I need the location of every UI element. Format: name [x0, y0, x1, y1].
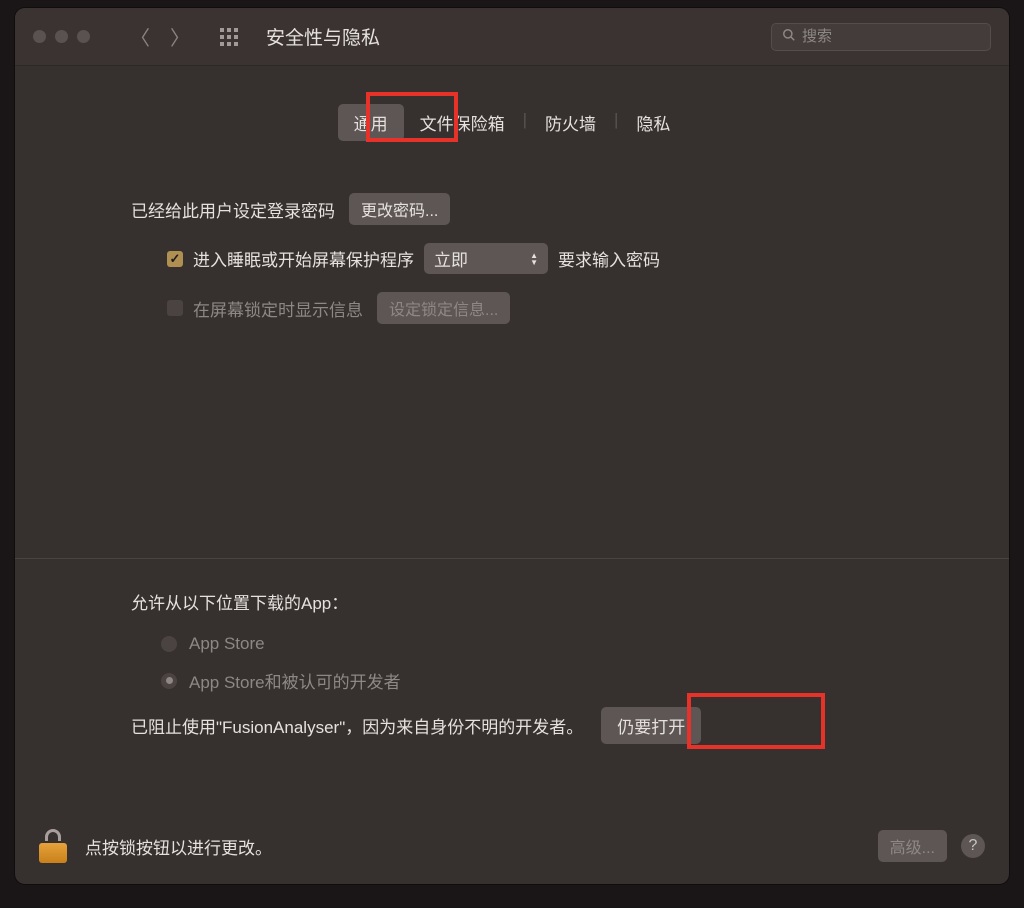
search-input[interactable] [802, 28, 980, 45]
radio-identified [161, 673, 177, 689]
highlight-annotation [687, 693, 825, 749]
show-lock-message-label: 在屏幕锁定时显示信息 [193, 296, 363, 321]
preferences-window: 〈 〉 安全性与隐私 通用 文件保险箱 | 防火墙 | 隐私 已经 [15, 8, 1009, 884]
titlebar: 〈 〉 安全性与隐私 [15, 8, 1009, 66]
traffic-lights [33, 30, 90, 43]
set-lock-message-button: 设定锁定信息... [377, 292, 510, 324]
tab-general[interactable]: 通用 [338, 104, 404, 141]
password-section: 已经给此用户设定登录密码 更改密码... ✓ 进入睡眠或开始屏幕保护程序 立即 … [131, 193, 949, 342]
tab-bar: 通用 文件保险箱 | 防火墙 | 隐私 [75, 104, 949, 141]
lock-hint: 点按锁按钮以进行更改。 [85, 834, 272, 859]
tab-firewall[interactable]: 防火墙 [529, 104, 612, 141]
footer: 点按锁按钮以进行更改。 高级... ? [15, 814, 1009, 884]
updown-icon: ▲▼ [530, 252, 538, 266]
forward-button[interactable]: 〉 [170, 22, 190, 51]
change-password-button[interactable]: 更改密码... [349, 193, 450, 225]
advanced-button[interactable]: 高级... [878, 830, 947, 862]
downloads-section: 允许从以下位置下载的App： App Store App Store和被认可的开… [131, 589, 949, 744]
require-password-checkbox[interactable]: ✓ [167, 251, 183, 267]
search-icon [782, 28, 796, 46]
tab-filevault[interactable]: 文件保险箱 [404, 104, 521, 141]
maximize-window-icon[interactable] [77, 30, 90, 43]
require-password-prefix: 进入睡眠或开始屏幕保护程序 [193, 246, 414, 271]
radio-appstore-label: App Store [189, 634, 265, 654]
select-value: 立即 [434, 246, 468, 271]
show-lock-message-checkbox[interactable] [167, 300, 183, 316]
require-password-delay-select[interactable]: 立即 ▲▼ [424, 243, 548, 274]
allow-apps-heading: 允许从以下位置下载的App： [131, 589, 949, 614]
login-password-label: 已经给此用户设定登录密码 [131, 197, 335, 222]
window-title: 安全性与隐私 [266, 23, 380, 50]
blocked-app-text: 已阻止使用"FusionAnalyser"，因为来自身份不明的开发者。 [131, 713, 583, 738]
content-area: 通用 文件保险箱 | 防火墙 | 隐私 已经给此用户设定登录密码 更改密码...… [15, 66, 1009, 814]
divider [15, 558, 1009, 559]
show-all-icon[interactable] [220, 28, 238, 46]
tab-privacy[interactable]: 隐私 [620, 104, 686, 141]
radio-identified-label: App Store和被认可的开发者 [189, 668, 401, 693]
require-password-suffix: 要求输入密码 [558, 246, 660, 271]
lock-icon[interactable] [39, 829, 67, 863]
minimize-window-icon[interactable] [55, 30, 68, 43]
radio-appstore [161, 636, 177, 652]
search-field[interactable] [771, 23, 991, 51]
open-anyway-button[interactable]: 仍要打开 [601, 707, 701, 744]
help-button[interactable]: ? [961, 834, 985, 858]
back-button[interactable]: 〈 [130, 22, 150, 51]
close-window-icon[interactable] [33, 30, 46, 43]
